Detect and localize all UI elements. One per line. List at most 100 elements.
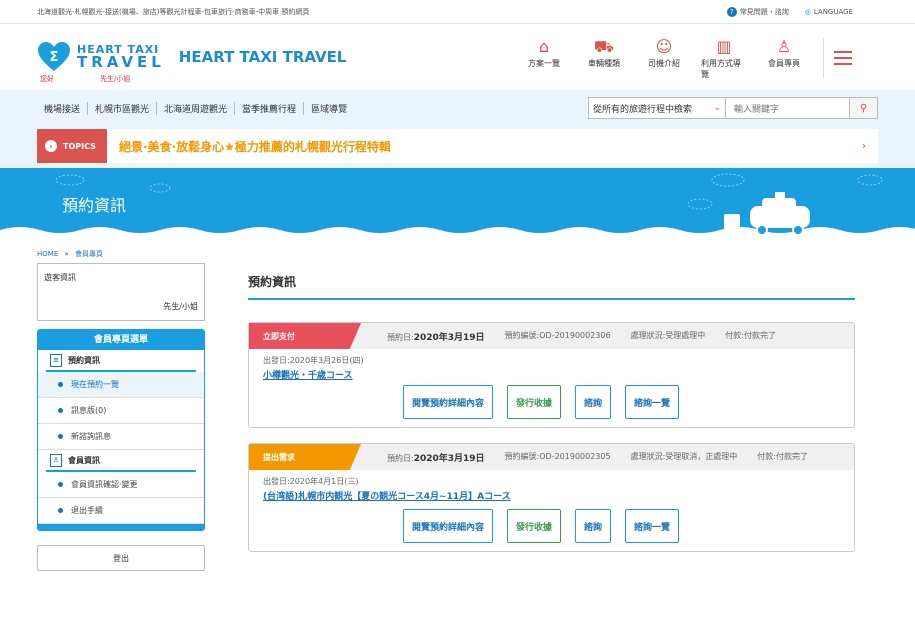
faq-label: 常見問題・諮詢	[739, 7, 789, 16]
breadcrumb-sep: »	[64, 250, 69, 258]
site-header: Σ HEART TAXI TRAVEL HEART TAXI TRAVEL 您好…	[0, 24, 915, 90]
search-input[interactable]: 輸入關鍵字	[726, 97, 850, 119]
menu-item-withdraw[interactable]: 退出手續	[38, 498, 204, 524]
subnav-area[interactable]: 區域導覽	[303, 101, 354, 115]
menu-section-reservations: ≡ 預約資訊	[46, 350, 196, 372]
nav-guide[interactable]: ▥ 利用方式導覽	[701, 36, 747, 80]
subnav-seasonal[interactable]: 當季推薦行程	[234, 101, 303, 115]
faq-link[interactable]: ? 常見問題・諮詢	[726, 6, 789, 17]
plan-link[interactable]: (台湾語)札幌市内観光【夏の観光コース4月~11月】Aコース	[249, 487, 854, 502]
payment-status: 付款:付款完了	[725, 330, 776, 340]
section-label: 預約資訊	[68, 355, 100, 365]
nav-vehicles[interactable]: ⛟ 車輛種類	[581, 36, 627, 80]
site-tagline: 北海道觀光-札幌觀光-接送(機場、旅店)等觀光計程車-包車旅行-商務車-中周車 …	[37, 7, 310, 16]
reservation-card: 提出需求 預約日:2020年3月19日 預約編號:OD-20190002305 …	[248, 443, 855, 552]
process-status: 處理狀況:受理處理中	[630, 330, 706, 340]
briefcase-icon: ⌂	[538, 37, 550, 56]
bullet-icon	[58, 382, 63, 387]
member-menu-title: 會員專頁選單	[38, 330, 204, 350]
member-menu: 會員專頁選單 ≡ 預約資訊 現在預約一覽 訊息版(0) 新諮詢訊息 ♙ 會員資訊 會…	[37, 329, 205, 531]
language-switcher[interactable]: ◎ LANGUAGE	[805, 8, 853, 16]
nav-plans[interactable]: ⌂ 方案一覽	[521, 36, 567, 80]
heart-logo-icon: Σ	[37, 42, 71, 72]
nav-drivers[interactable]: ☺ 司機介紹	[641, 36, 687, 80]
question-icon: ?	[726, 6, 737, 17]
status-badge: 立即支付	[249, 323, 361, 349]
hero-decoration	[0, 173, 915, 243]
plan-link[interactable]: 小樽觀光・千歳コース	[249, 366, 854, 381]
svg-text:Σ: Σ	[50, 50, 59, 65]
date-value: 2020年3月19日	[413, 332, 485, 343]
menu-item-messages[interactable]: 訊息版(0)	[38, 398, 204, 424]
inquiry-list-button[interactable]: 諮詢一覽	[625, 509, 680, 543]
menu-section-member: ♙ 會員資訊	[46, 450, 196, 472]
subnav-hokkaido[interactable]: 北海道周遊觀光	[156, 101, 234, 115]
bullet-icon	[58, 408, 63, 413]
issue-receipt-button[interactable]: 發行收據	[507, 509, 562, 543]
sidebar: 遊客資訊 先生/小姐 會員專頁選單 ≡ 預約資訊 現在預約一覽 訊息版(0) 新諮…	[37, 263, 205, 571]
language-label: LANGUAGE	[813, 7, 853, 16]
payment-status: 付款:付款完了	[757, 451, 808, 461]
arrow-right-icon: ›	[862, 140, 866, 152]
breadcrumb-current[interactable]: 會員專頁	[75, 250, 103, 258]
user-label: 遊客資訊	[44, 273, 76, 282]
menu-item-edit-profile[interactable]: 會員資訊確認·變更	[38, 472, 204, 498]
taxi-icon	[750, 192, 810, 236]
reservation-date: 預約日:2020年3月19日	[387, 330, 485, 343]
inquiry-list-button[interactable]: 諮詢一覽	[625, 385, 680, 419]
breadcrumb-home[interactable]: HOME	[37, 250, 58, 258]
book-icon: ▥	[716, 37, 732, 56]
sub-navigation: 機場接送 札幌市區觀光 北海道周遊觀光 當季推薦行程 區域導覽 從所有的旅遊行程…	[0, 90, 915, 126]
date-label: 預約日:	[387, 332, 414, 342]
subnav-city[interactable]: 札幌市區觀光	[87, 101, 156, 115]
view-details-button[interactable]: 閱覽預約詳細內容	[403, 385, 494, 419]
logout-button[interactable]: 登出	[37, 545, 205, 571]
greeting: 您好	[40, 75, 54, 83]
nav-member[interactable]: ♙ 會員專頁	[761, 36, 807, 80]
chevron-down-icon: ⌄	[713, 103, 721, 113]
top-bar: 北海道觀光-札幌觀光-接送(機場、旅店)等觀光計程車-包車旅行-商務車-中周車 …	[0, 0, 915, 24]
breadcrumb: HOME » 會員專頁	[0, 243, 915, 263]
topics-text: 絕景·美食·放鬆身心★極力推薦的札幌觀光行程特輯	[119, 139, 391, 154]
menu-item-label: 會員資訊確認·變更	[71, 480, 138, 489]
page-hero: 預約資訊	[0, 168, 915, 243]
section-title: 預約資訊	[248, 263, 855, 300]
date-label: 預約日:	[387, 453, 414, 463]
chevron-right-icon: ›	[45, 140, 57, 152]
search-category-select[interactable]: 從所有的旅遊行程中檢索 ⌄	[588, 97, 726, 119]
nav-label: 車輛種類	[588, 59, 620, 68]
inquire-button[interactable]: 諮詢	[575, 509, 612, 543]
user-suffix: 先生/小姐	[100, 75, 131, 83]
hamburger-menu-icon[interactable]	[823, 38, 853, 78]
reservation-date: 預約日:2020年3月19日	[387, 451, 485, 464]
topics-tag: › TOPICS	[37, 129, 107, 163]
select-value: 從所有的旅遊行程中檢索	[593, 104, 693, 115]
subnav-airport[interactable]: 機場接送	[37, 102, 87, 115]
globe-icon: ◎	[804, 7, 811, 16]
order-number: 預約編號:OD-20190002305	[504, 451, 611, 461]
suitcase-icon	[724, 214, 740, 236]
site-logo[interactable]: Σ HEART TAXI TRAVEL HEART TAXI TRAVEL	[37, 42, 346, 72]
topics-banner[interactable]: › TOPICS 絕景·美食·放鬆身心★極力推薦的札幌觀光行程特輯 ›	[37, 129, 878, 163]
menu-item-label: 退出手續	[71, 506, 103, 515]
view-details-button[interactable]: 閱覽預約詳細內容	[403, 509, 494, 543]
menu-item-current-reservations[interactable]: 現在預約一覽	[38, 372, 204, 398]
departure-date: 出發日:2020年4月1日(三)	[263, 477, 359, 486]
nav-label: 司機介紹	[648, 59, 680, 68]
nav-label: 利用方式導覽	[701, 59, 741, 79]
issue-receipt-button[interactable]: 發行收據	[507, 385, 562, 419]
topics-label: TOPICS	[63, 141, 96, 151]
order-number: 預約編號:OD-20190002306	[504, 330, 611, 340]
nav-label: 方案一覽	[528, 59, 560, 68]
reservations-content: 預約資訊 立即支付 預約日:2020年3月19日 預約編號:OD-2019000…	[248, 263, 855, 571]
page-title: 預約資訊	[62, 196, 127, 215]
car-icon: ⛟	[593, 37, 615, 56]
nav-label: 會員專頁	[768, 59, 800, 68]
menu-item-new-inquiry[interactable]: 新諮詢訊息	[38, 424, 204, 450]
user-card-icon: ♙	[50, 453, 62, 467]
inquire-button[interactable]: 諮詢	[575, 385, 612, 419]
document-icon: ≡	[50, 353, 62, 367]
search-icon[interactable]: ⚲	[850, 97, 878, 119]
user-info-box: 遊客資訊 先生/小姐	[37, 263, 205, 321]
bullet-icon	[58, 482, 63, 487]
